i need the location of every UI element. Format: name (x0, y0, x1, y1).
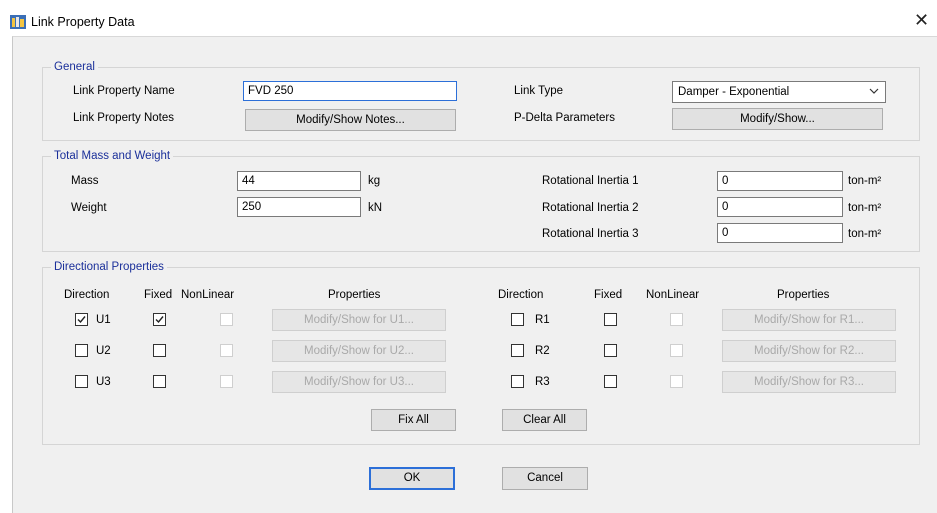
p-delta-label: P-Delta Parameters (514, 112, 615, 124)
mass-label: Mass (71, 175, 99, 187)
r1-label: R1 (535, 314, 550, 326)
u2-nonlinear-checkbox (220, 344, 233, 357)
right-nonlinear-header: NonLinear (646, 289, 700, 301)
link-property-name-label: Link Property Name (73, 85, 175, 97)
link-property-notes-label: Link Property Notes (73, 112, 174, 124)
link-property-name-input[interactable]: FVD 250 (243, 81, 457, 101)
title-bar: Link Property Data ✕ (0, 0, 937, 36)
link-type-label: Link Type (514, 85, 564, 97)
left-nonlinear-header: NonLinear (181, 289, 235, 301)
checkmark-icon (155, 316, 164, 324)
rotational-inertia-1-unit: ton-m² (848, 175, 882, 187)
modify-show-u1-button: Modify/Show for U1... (272, 309, 446, 331)
modify-show-notes-button[interactable]: Modify/Show Notes... (245, 109, 456, 131)
rotational-inertia-3-unit: ton-m² (848, 228, 882, 240)
r2-nonlinear-checkbox (670, 344, 683, 357)
u2-direction-checkbox[interactable] (75, 344, 88, 357)
rotational-inertia-1-label: Rotational Inertia 1 (542, 175, 639, 187)
link-type-value: Damper - Exponential (678, 86, 790, 98)
modify-show-u2-button: Modify/Show for U2... (272, 340, 446, 362)
modify-show-r3-button: Modify/Show for R3... (722, 371, 896, 393)
mass-input[interactable]: 44 (237, 171, 361, 191)
checkmark-icon (77, 316, 86, 324)
modify-show-u3-button: Modify/Show for U3... (272, 371, 446, 393)
r2-direction-checkbox[interactable] (511, 344, 524, 357)
r2-label: R2 (535, 345, 550, 357)
weight-label: Weight (71, 202, 107, 214)
r1-direction-checkbox[interactable] (511, 313, 524, 326)
r1-fixed-checkbox[interactable] (604, 313, 617, 326)
u2-fixed-checkbox[interactable] (153, 344, 166, 357)
left-fixed-header: Fixed (144, 289, 173, 301)
weight-unit: kN (368, 202, 383, 214)
mass-unit: kg (368, 175, 381, 187)
r3-label: R3 (535, 376, 550, 388)
app-icon (10, 15, 26, 29)
u2-label: U2 (96, 345, 111, 357)
r2-fixed-checkbox[interactable] (604, 344, 617, 357)
close-icon[interactable]: ✕ (914, 11, 929, 29)
right-properties-header: Properties (777, 289, 830, 301)
clear-all-button[interactable]: Clear All (502, 409, 587, 431)
ok-button[interactable]: OK (369, 467, 455, 490)
r1-nonlinear-checkbox (670, 313, 683, 326)
mass-weight-legend: Total Mass and Weight (51, 149, 174, 163)
directional-properties-legend: Directional Properties (51, 260, 167, 274)
cancel-button[interactable]: Cancel (502, 467, 588, 490)
link-type-select[interactable]: Damper - Exponential (672, 81, 886, 103)
fix-all-button[interactable]: Fix All (371, 409, 456, 431)
general-legend: General (51, 60, 98, 74)
right-fixed-header: Fixed (594, 289, 623, 301)
left-properties-header: Properties (328, 289, 381, 301)
p-delta-modify-button[interactable]: Modify/Show... (672, 108, 883, 130)
window-title: Link Property Data (31, 15, 135, 29)
u3-label: U3 (96, 376, 111, 388)
weight-input[interactable]: 250 (237, 197, 361, 217)
u3-nonlinear-checkbox (220, 375, 233, 388)
u3-direction-checkbox[interactable] (75, 375, 88, 388)
chevron-down-icon (869, 88, 879, 94)
u1-direction-checkbox[interactable] (75, 313, 88, 326)
u3-fixed-checkbox[interactable] (153, 375, 166, 388)
r3-nonlinear-checkbox (670, 375, 683, 388)
rotational-inertia-3-input[interactable]: 0 (717, 223, 843, 243)
rotational-inertia-3-label: Rotational Inertia 3 (542, 228, 639, 240)
u1-fixed-checkbox[interactable] (153, 313, 166, 326)
rotational-inertia-1-input[interactable]: 0 (717, 171, 843, 191)
r3-direction-checkbox[interactable] (511, 375, 524, 388)
rotational-inertia-2-unit: ton-m² (848, 202, 882, 214)
left-direction-header: Direction (64, 289, 110, 301)
rotational-inertia-2-label: Rotational Inertia 2 (542, 202, 639, 214)
modify-show-r1-button: Modify/Show for R1... (722, 309, 896, 331)
rotational-inertia-2-input[interactable]: 0 (717, 197, 843, 217)
u1-label: U1 (96, 314, 111, 326)
modify-show-r2-button: Modify/Show for R2... (722, 340, 896, 362)
u1-nonlinear-checkbox (220, 313, 233, 326)
r3-fixed-checkbox[interactable] (604, 375, 617, 388)
right-direction-header: Direction (498, 289, 544, 301)
